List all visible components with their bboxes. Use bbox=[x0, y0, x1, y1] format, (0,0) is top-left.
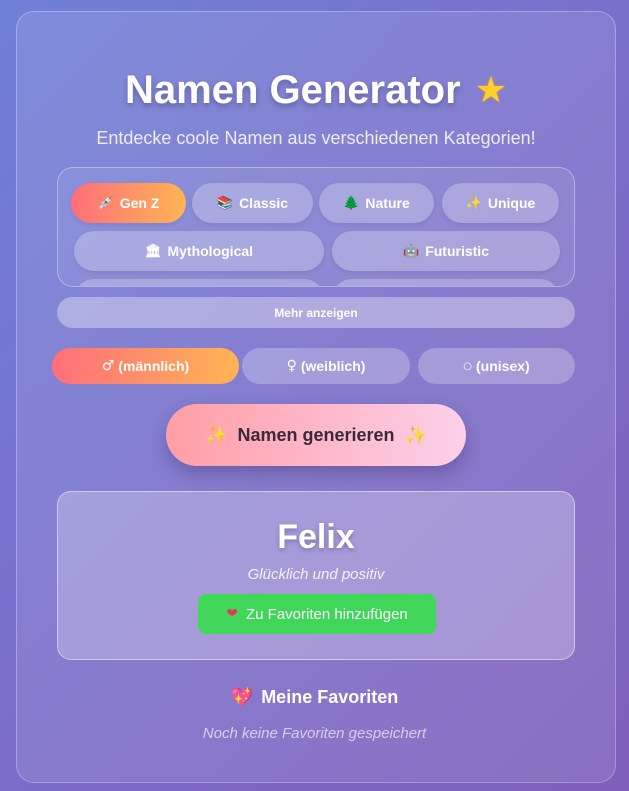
tree-icon: 🌲 bbox=[343, 195, 360, 211]
gender-label: (weiblich) bbox=[300, 358, 366, 374]
category-unique[interactable]: ✨ Unique bbox=[442, 183, 559, 223]
category-mythological[interactable]: 🏛 Mythological bbox=[74, 231, 324, 271]
category-label: Mythological bbox=[167, 243, 254, 259]
result-card: Felix Glücklich und positiv ❤ Zu Favorit… bbox=[57, 491, 575, 660]
temple-icon: 🏛 bbox=[144, 243, 162, 259]
category-label: Gen Z bbox=[119, 195, 160, 211]
category-label: Unique bbox=[487, 195, 536, 211]
generate-label: Namen generieren bbox=[237, 424, 395, 445]
sparkling-heart-icon: 💖 bbox=[230, 687, 254, 708]
title-text: Namen Generator bbox=[125, 68, 461, 112]
generate-button[interactable]: ✨ Namen generieren ✨ bbox=[166, 404, 466, 466]
add-favorite-label: Zu Favoriten hinzufügen bbox=[245, 605, 408, 623]
category-list[interactable]: 💉 Gen Z 📚 Classic 🌲 Nature ✨ Unique 🏛 My… bbox=[57, 167, 575, 287]
category-hidden-1[interactable] bbox=[74, 279, 324, 286]
gender-unisex-button[interactable]: ○ (unisex) bbox=[418, 348, 575, 384]
main-card: Namen Generator ★ Entdecke coole Namen a… bbox=[16, 11, 616, 783]
add-favorite-button[interactable]: ❤ Zu Favoriten hinzufügen bbox=[198, 594, 436, 634]
category-label: Nature bbox=[365, 195, 410, 211]
category-futuristic[interactable]: 🤖 Futuristic bbox=[332, 231, 560, 271]
gender-female-button[interactable]: ♀ (weiblich) bbox=[242, 348, 410, 384]
favorites-empty-text: Noch keine Favoriten gespeichert bbox=[202, 725, 427, 742]
gender-label: (unisex) bbox=[476, 358, 530, 374]
category-label: Futuristic bbox=[425, 243, 489, 259]
page-title: Namen Generator ★ bbox=[17, 68, 615, 113]
sparkles-icon: ✨ bbox=[465, 195, 482, 211]
gender-male-button[interactable]: ♂ (männlich) bbox=[52, 348, 239, 384]
favorites-heading: 💖 Meine Favoriten bbox=[0, 687, 629, 708]
favorites-title: Meine Favoriten bbox=[261, 687, 399, 707]
subtitle: Entdecke coole Namen aus verschiedenen K… bbox=[96, 128, 536, 148]
sparkles-icon: ✨ bbox=[404, 424, 427, 446]
star-icon: ★ bbox=[474, 70, 507, 111]
gender-label: (männlich) bbox=[118, 358, 190, 374]
show-more-button[interactable]: Mehr anzeigen bbox=[57, 297, 575, 328]
category-classic[interactable]: 📚 Classic bbox=[192, 183, 313, 223]
sparkles-icon: ✨ bbox=[205, 424, 228, 446]
books-icon: 📚 bbox=[216, 195, 234, 211]
category-gen-z[interactable]: 💉 Gen Z bbox=[71, 183, 186, 223]
male-icon: ♂ bbox=[101, 358, 115, 374]
category-nature[interactable]: 🌲 Nature bbox=[319, 183, 434, 223]
generated-name: Felix bbox=[277, 518, 355, 556]
name-meaning: Glücklich und positiv bbox=[247, 566, 385, 583]
category-hidden-2[interactable] bbox=[332, 279, 560, 286]
category-label: Classic bbox=[239, 195, 289, 211]
female-icon: ♀ bbox=[286, 358, 297, 374]
unisex-icon: ○ bbox=[463, 360, 473, 372]
heart-icon: ❤ bbox=[226, 606, 238, 622]
syringe-icon: 💉 bbox=[97, 195, 114, 211]
robot-icon: 🤖 bbox=[403, 243, 420, 259]
